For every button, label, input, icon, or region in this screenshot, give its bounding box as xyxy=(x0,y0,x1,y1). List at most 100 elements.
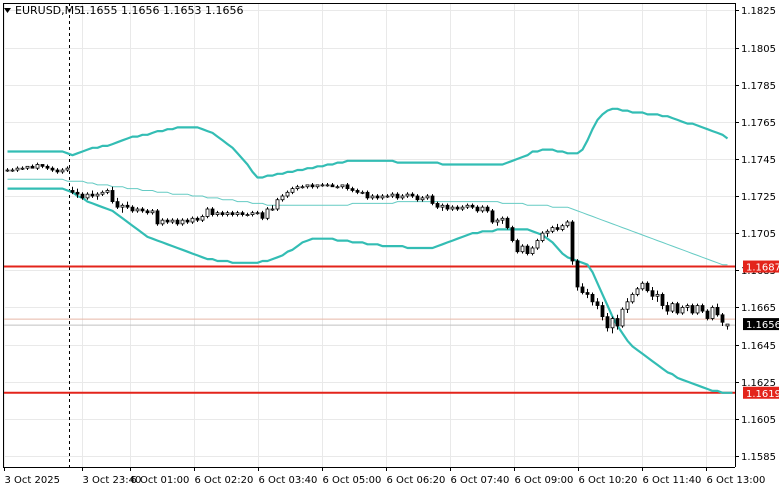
candle-body xyxy=(345,184,350,190)
candle-body xyxy=(505,217,510,228)
candle-body xyxy=(450,206,455,210)
chart-canvas[interactable]: 1.1825 1.1805 1.1785 1.1765 1.1745 1.1725 1.17… xyxy=(0,0,781,489)
candle-body xyxy=(315,184,320,188)
candle-body xyxy=(305,184,310,188)
candle-body xyxy=(325,184,330,187)
candle-body xyxy=(555,227,560,230)
candle-body xyxy=(10,169,15,172)
candle-body xyxy=(490,210,495,223)
candle-body xyxy=(105,190,110,193)
candle-body xyxy=(20,167,25,170)
candle-body xyxy=(575,260,580,288)
candle-body xyxy=(240,212,245,215)
x-tick-label: 6 Oct 03:40 xyxy=(259,475,318,486)
candle-body xyxy=(235,212,240,215)
candle-body xyxy=(460,206,465,210)
candle-body xyxy=(655,293,660,297)
y-tick-label: 1.1645 xyxy=(741,341,776,352)
y-tick-label: 1.1825 xyxy=(741,6,776,17)
candle-body xyxy=(705,310,710,319)
level-label: 1.1619 xyxy=(746,389,781,400)
candle-body xyxy=(710,306,715,319)
candle-body xyxy=(715,306,720,316)
y-tick-label: 1.1805 xyxy=(741,44,776,55)
candle-body xyxy=(600,305,605,318)
y-tick-label: 1.1785 xyxy=(741,81,776,92)
candle-body xyxy=(135,208,140,212)
candle-body xyxy=(595,301,600,306)
candle-body xyxy=(610,318,615,329)
x-tick-label: 6 Oct 05:00 xyxy=(323,475,382,486)
candle-body xyxy=(205,208,210,217)
candle-body xyxy=(425,195,430,199)
candle-body xyxy=(30,165,35,169)
candle-body xyxy=(440,204,445,208)
candle-body xyxy=(590,293,595,303)
candle-body xyxy=(390,193,395,197)
y-tick-label: 1.1765 xyxy=(741,118,776,129)
level-label: 1.1687 xyxy=(746,263,781,274)
candle-body xyxy=(140,208,145,212)
candle-body xyxy=(435,203,440,208)
candle-body xyxy=(530,247,535,254)
candle-body xyxy=(115,201,120,208)
candle-body xyxy=(480,206,485,212)
candle-body xyxy=(225,212,230,215)
candle-body xyxy=(565,221,570,227)
candle-body xyxy=(640,282,645,290)
symbol-label: EURUSD,M5 xyxy=(15,4,81,17)
candle-body xyxy=(725,323,730,327)
candle-body xyxy=(255,212,260,215)
candle-body xyxy=(570,221,575,262)
candle-body xyxy=(25,165,30,169)
x-tick-label: 6 Oct 11:40 xyxy=(643,475,702,486)
candle-body xyxy=(670,303,675,312)
price-chart[interactable]: 1.1825 1.1805 1.1785 1.1765 1.1745 1.1725 1.17… xyxy=(0,0,781,489)
candle-body xyxy=(520,245,525,253)
candle-body xyxy=(110,190,115,202)
candle-body xyxy=(525,245,530,254)
candle-body xyxy=(420,197,425,201)
candle-body xyxy=(75,191,80,195)
candle-body xyxy=(270,208,275,211)
candle-body xyxy=(125,204,130,208)
current-price-label: 1.1656 xyxy=(746,320,781,331)
candle-body xyxy=(285,191,290,197)
x-tick-label: 6 Oct 07:40 xyxy=(451,475,510,486)
candle-body xyxy=(495,219,500,223)
candle-body xyxy=(545,230,550,234)
candle-body xyxy=(5,169,10,172)
candle-body xyxy=(560,225,565,230)
candle-body xyxy=(660,293,665,306)
y-tick-label: 1.1605 xyxy=(741,415,776,426)
candle-body xyxy=(340,184,345,188)
candle-body xyxy=(65,167,70,171)
candle-body xyxy=(470,204,475,208)
candle-body xyxy=(550,227,555,232)
ohlc-values: 1.1655 1.1656 1.1653 1.1656 xyxy=(79,4,243,17)
candle-body xyxy=(635,288,640,295)
x-tick-label: 6 Oct 09:00 xyxy=(515,475,574,486)
y-tick-label: 1.1745 xyxy=(741,155,776,166)
candle-body xyxy=(230,212,235,215)
candle-body xyxy=(195,217,200,221)
candle-body xyxy=(275,199,280,210)
candle-body xyxy=(370,195,375,199)
chart-background xyxy=(0,0,781,489)
candle-body xyxy=(515,240,520,253)
candle-body xyxy=(185,219,190,223)
candle-body xyxy=(645,282,650,292)
candle-body xyxy=(190,217,195,223)
candle-body xyxy=(690,305,695,314)
candle-body xyxy=(200,216,205,221)
candle-body xyxy=(250,212,255,215)
x-tick-label: 6 Oct 06:20 xyxy=(387,475,446,486)
candle-body xyxy=(465,204,470,208)
candle-body xyxy=(300,186,305,189)
candle-body xyxy=(605,316,610,329)
candle-body xyxy=(145,210,150,214)
candle-body xyxy=(680,306,685,314)
x-tick-label: 6 Oct 10:20 xyxy=(579,475,638,486)
candle-body xyxy=(40,164,45,167)
candle-body xyxy=(685,305,690,308)
